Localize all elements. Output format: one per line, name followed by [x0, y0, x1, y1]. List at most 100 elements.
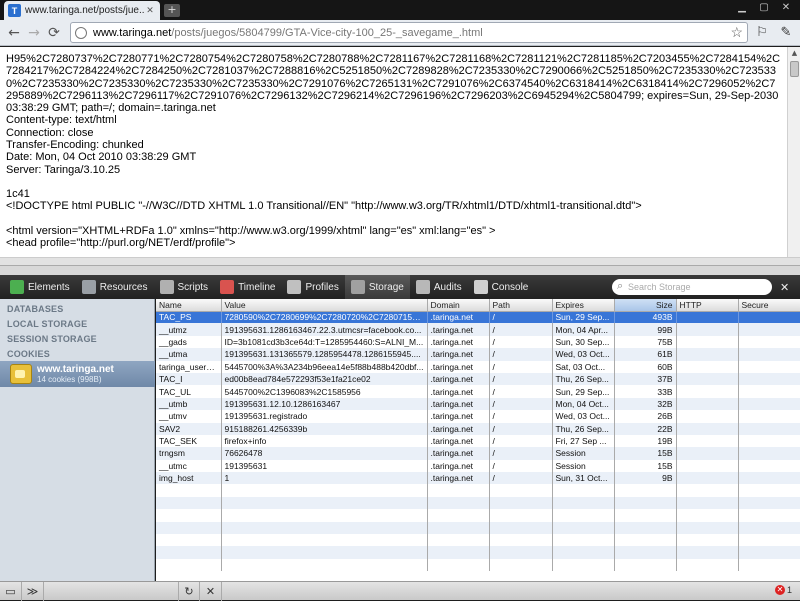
cell-name: TAC_UL [156, 385, 222, 398]
favicon-icon: T [8, 4, 21, 17]
window-close-icon[interactable]: ✕ [776, 0, 796, 16]
devtools-tab-label: Elements [28, 281, 70, 293]
table-row[interactable]: TAC_UL 5445700%2C1396083%2C1585956 .taring… [156, 385, 800, 398]
maximize-icon[interactable]: ▢ [754, 0, 774, 16]
cell-value: 191395631.12.10.1286163467 [221, 397, 428, 411]
cell-http [676, 410, 739, 423]
reload-button[interactable]: ⟳ [44, 23, 64, 43]
empty-row [156, 546, 800, 559]
sidebar-item-cookie-host[interactable]: www.taringa.net 14 cookies (998B) [0, 361, 155, 387]
column-header-path[interactable]: Path [489, 299, 553, 312]
empty-row [156, 558, 800, 572]
table-row[interactable]: __utmz 191395631.1286163467.22.3.utmcsr=f… [156, 323, 800, 336]
sidebar-section-cookies[interactable]: COOKIES [0, 347, 154, 362]
cell-http [676, 397, 739, 411]
table-row[interactable]: __utmv 191395631.registrado .taringa.net / W… [156, 410, 800, 423]
scroll-thumb[interactable] [790, 61, 799, 77]
horizontal-scrollbar[interactable] [0, 257, 800, 265]
cell-secure [738, 434, 800, 448]
devtools-tab-storage[interactable]: Storage [344, 275, 410, 299]
page-scrollbar[interactable]: ▲ [787, 47, 800, 257]
devtools-tab-scripts[interactable]: Scripts [154, 275, 215, 299]
sidebar-section-local-storage[interactable]: LOCAL STORAGE [0, 317, 154, 332]
cell-size: 493B [614, 311, 677, 324]
page-text-line [6, 176, 781, 188]
column-header-domain[interactable]: Domain [427, 299, 490, 312]
devtools-tab-resources[interactable]: Resources [76, 275, 154, 299]
table-row[interactable]: TAC_I ed00b8ead784e572293f53e1fa21ce02 .ta… [156, 372, 800, 386]
devtools-close-icon[interactable]: ✕ [780, 281, 789, 294]
cell-domain: .taringa.net [427, 410, 490, 423]
cell-domain: .taringa.net [427, 335, 490, 349]
browser-toolbar: ← → ⟳ www.taringa.net/posts/juegos/58047… [0, 20, 800, 46]
translate-icon[interactable]: ⚐ [752, 23, 772, 43]
scroll-up-icon[interactable]: ▲ [788, 47, 800, 59]
table-row[interactable]: SAV2 915188261.4256339b .taringa.net / Thu, … [156, 422, 800, 435]
address-bar[interactable]: www.taringa.net/posts/juegos/5804799/GTA… [70, 22, 748, 43]
cell-value: firefox+info [221, 434, 428, 448]
cell-secure [738, 410, 800, 423]
cell-name: trngsm [156, 447, 222, 460]
table-row[interactable]: img_host 1 .taringa.net / Sun, 31 Oct... 9B [156, 472, 800, 485]
cell-secure [738, 311, 800, 324]
devtools-splitter[interactable] [0, 265, 800, 275]
minimize-icon[interactable]: ▁ [732, 0, 752, 16]
column-header-size[interactable]: Size [614, 299, 677, 312]
table-row[interactable]: __utmc 191395631 .taringa.net / Session 15B [156, 459, 800, 473]
table-row[interactable]: trngsm 76626478 .taringa.net / Session 15B [156, 447, 800, 460]
wrench-icon[interactable]: ✎ [776, 23, 796, 43]
table-row[interactable]: taringa_user_id 5445700%3A%3A234b96eea14e… [156, 360, 800, 373]
cell-size: 61B [614, 348, 677, 361]
cell-domain: .taringa.net [427, 447, 490, 460]
search-storage-input[interactable]: Search Storage [612, 278, 772, 295]
console-toggle-icon[interactable]: ≫ [22, 581, 44, 601]
table-row[interactable]: TAC_PS 7280590%2C7280699%2C7280720%2C7280… [156, 311, 800, 324]
table-row[interactable]: TAC_SEK firefox+info .taringa.net / Fri, 27 … [156, 434, 800, 448]
devtools-tab-elements[interactable]: Elements [4, 275, 76, 299]
column-header-expires[interactable]: Expires [552, 299, 615, 312]
new-tab-button[interactable]: + [164, 4, 180, 17]
devtools-tab-console[interactable]: Console [468, 275, 535, 299]
cell-secure [738, 360, 800, 373]
column-header-name[interactable]: Name [156, 299, 222, 312]
cell-http [676, 311, 739, 324]
error-count[interactable]: ✕ 1 [774, 585, 792, 595]
devtools-tab-audits[interactable]: Audits [410, 275, 468, 299]
devtools-tab-profiles[interactable]: Profiles [281, 275, 344, 299]
sidebar-section-databases[interactable]: DATABASES [0, 302, 154, 317]
tab-title: www.taringa.net/posts/jue... [25, 5, 144, 16]
cell-domain: .taringa.net [427, 434, 490, 448]
cell-secure [738, 459, 800, 473]
forward-button[interactable]: → [24, 23, 44, 43]
table-row[interactable]: __utma 191395631.131365579.1285954478.128… [156, 348, 800, 361]
cell-http [676, 323, 739, 336]
cell-size: 99B [614, 323, 677, 336]
cell-expires: Wed, 03 Oct... [552, 348, 615, 361]
delete-icon[interactable]: ✕ [200, 581, 222, 601]
cell-http [676, 434, 739, 448]
dock-icon[interactable]: ▭ [0, 581, 22, 601]
cell-name: TAC_I [156, 372, 222, 386]
cell-domain: .taringa.net [427, 385, 490, 398]
cell-secure [738, 323, 800, 336]
column-header-secure[interactable]: Secure [738, 299, 800, 312]
back-button[interactable]: ← [4, 23, 24, 43]
browser-tab[interactable]: T www.taringa.net/posts/jue... ✕ [4, 1, 160, 20]
cell-path: / [489, 311, 553, 324]
bookmark-star-icon[interactable]: ☆ [730, 24, 743, 41]
devtools-tab-timeline[interactable]: Timeline [214, 275, 281, 299]
table-row[interactable]: __utmb 191395631.12.10.1286163467 .taringa… [156, 397, 800, 411]
table-row[interactable]: __gads ID=3b1081cd3b3ce64d:T=1285954460:S… [156, 335, 800, 349]
devtools-tab-label: Profiles [305, 281, 339, 293]
sidebar-section-session-storage[interactable]: SESSION STORAGE [0, 332, 154, 347]
cookie-grid: Name Value Domain Path Expires Size HTTP Secure… [156, 299, 800, 581]
column-header-http[interactable]: HTTP [676, 299, 739, 312]
cell-name: TAC_SEK [156, 434, 222, 448]
refresh-icon[interactable]: ↻ [178, 581, 200, 601]
cell-name: __utma [156, 348, 222, 361]
tab-close-icon[interactable]: ✕ [144, 6, 156, 16]
cell-value: 7280590%2C7280699%2C7280720%2C7280715%..… [221, 311, 428, 324]
column-header-value[interactable]: Value [221, 299, 428, 312]
cell-name: __utmv [156, 410, 222, 423]
cell-secure [738, 348, 800, 361]
